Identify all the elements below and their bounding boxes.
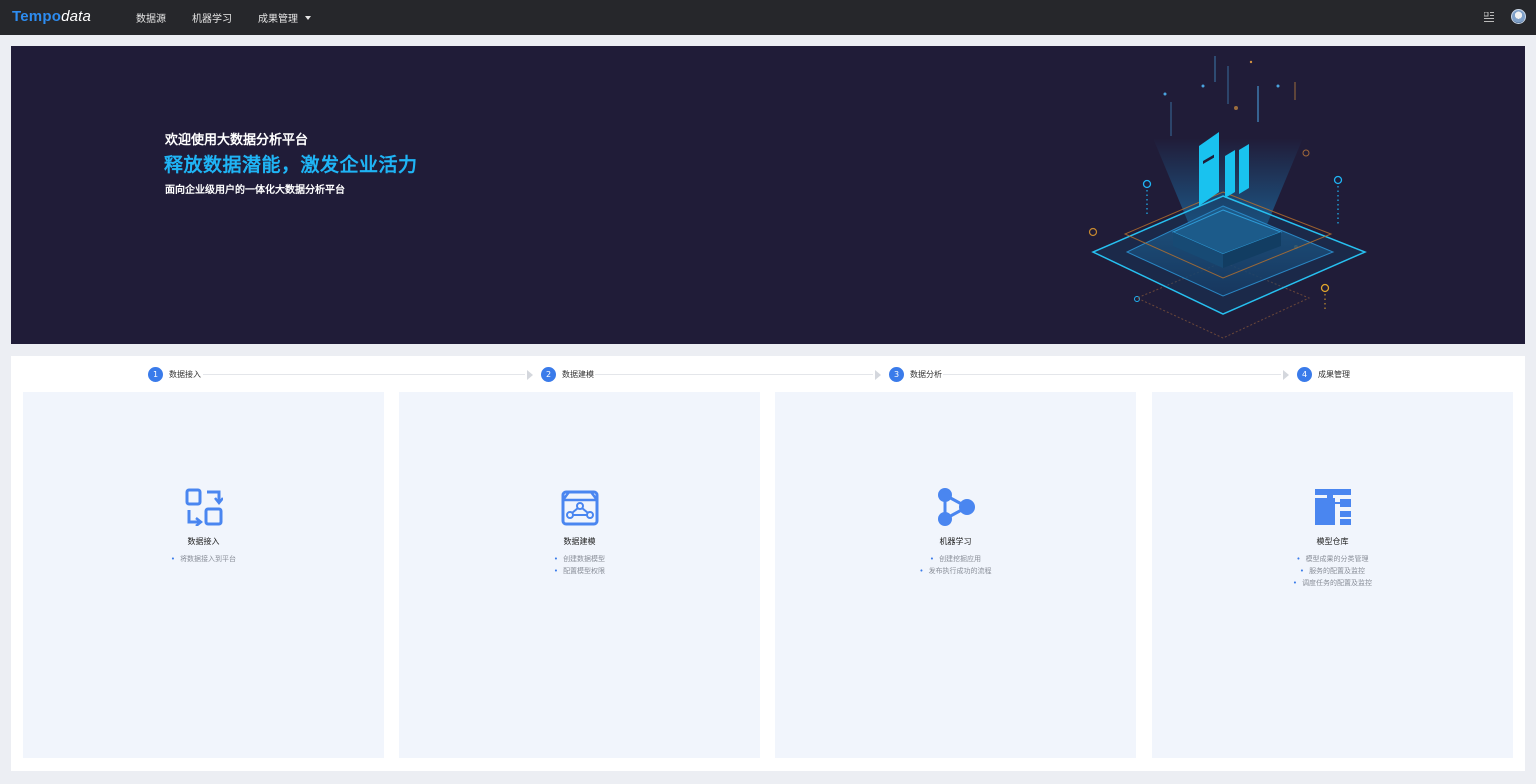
list-item: 创建挖掘应用 xyxy=(775,553,1136,565)
card-feature-list: 创建挖掘应用 发布执行成功的流程 xyxy=(775,553,1136,577)
card-title: 机器学习 xyxy=(939,537,972,546)
chevron-down-icon xyxy=(305,16,311,20)
card-title: 数据建模 xyxy=(563,537,596,546)
nav-item-label: 机器学习 xyxy=(192,14,232,25)
step-label: 数据接入 xyxy=(169,370,201,379)
nav-item-results-management[interactable]: 成果管理 xyxy=(258,10,311,25)
user-avatar[interactable] xyxy=(1511,9,1526,24)
nav-item-label: 数据源 xyxy=(136,14,166,25)
step-connector-line xyxy=(203,374,525,375)
arrow-right-icon xyxy=(875,370,881,380)
card-machine-learning[interactable]: 机器学习 创建挖掘应用 发布执行成功的流程 xyxy=(775,392,1136,758)
card-model-warehouse[interactable]: 模型仓库 模型成果的分类管理 服务的配置及监控 调度任务的配置及监控 xyxy=(1152,392,1513,758)
logo-text-part2: data xyxy=(61,8,92,25)
card-title: 模型仓库 xyxy=(1316,537,1349,546)
card-feature-list: 模型成果的分类管理 服务的配置及监控 调度任务的配置及监控 xyxy=(1152,553,1513,589)
step-number-badge: 1 xyxy=(148,367,163,382)
list-item: 服务的配置及监控 xyxy=(1152,565,1513,577)
nav-item-machine-learning[interactable]: 机器学习 xyxy=(192,10,232,25)
card-feature-list: 创建数据模型 配置模型权限 xyxy=(399,553,760,577)
card-data-access[interactable]: 数据接入 将数据接入到平台 xyxy=(23,392,384,758)
step-label: 成果管理 xyxy=(1318,370,1350,379)
step-4[interactable]: 4 成果管理 xyxy=(1297,367,1350,382)
workflow-steps-panel: 1 数据接入 2 数据建模 3 数据分析 4 成果管理 数据接入 将数据接入到平… xyxy=(11,356,1525,771)
banner-slogan: 释放数据潜能，激发企业活力 xyxy=(164,154,418,176)
arrow-right-icon xyxy=(1283,370,1289,380)
list-item: 发布执行成功的流程 xyxy=(775,565,1136,577)
arrow-right-icon xyxy=(527,370,533,380)
list-item: 调度任务的配置及监控 xyxy=(1152,577,1513,589)
step-1[interactable]: 1 数据接入 xyxy=(148,367,201,382)
main-nav: 数据源 机器学习 成果管理 xyxy=(136,0,337,35)
apps-grid-icon[interactable] xyxy=(1484,11,1494,22)
step-number-badge: 3 xyxy=(889,367,904,382)
step-2[interactable]: 2 数据建模 xyxy=(541,367,594,382)
list-item: 创建数据模型 xyxy=(399,553,760,565)
step-connector-line xyxy=(943,374,1281,375)
nav-item-datasource[interactable]: 数据源 xyxy=(136,10,166,25)
banner-welcome-text: 欢迎使用大数据分析平台 xyxy=(165,133,309,148)
logo-text-part1: Tempo xyxy=(12,8,62,25)
tempodata-logo[interactable]: Tempodata xyxy=(12,8,91,25)
data-platform-illustration xyxy=(1088,56,1367,339)
data-modeling-icon xyxy=(561,490,598,526)
list-item: 配置模型权限 xyxy=(399,565,760,577)
list-item: 将数据接入到平台 xyxy=(23,553,384,565)
banner-subtitle: 面向企业级用户的一体化大数据分析平台 xyxy=(165,185,345,196)
data-access-icon xyxy=(185,488,223,526)
model-warehouse-icon xyxy=(1314,489,1351,525)
step-connector-line xyxy=(595,374,873,375)
step-3[interactable]: 3 数据分析 xyxy=(889,367,942,382)
machine-learning-icon xyxy=(937,488,975,526)
welcome-banner: 欢迎使用大数据分析平台 释放数据潜能，激发企业活力 面向企业级用户的一体化大数据… xyxy=(11,46,1525,344)
step-label: 数据分析 xyxy=(910,370,942,379)
step-number-badge: 4 xyxy=(1297,367,1312,382)
header-actions xyxy=(1484,9,1526,24)
step-label: 数据建模 xyxy=(562,370,594,379)
nav-item-label: 成果管理 xyxy=(258,14,298,25)
card-title: 数据接入 xyxy=(187,537,220,546)
list-item: 模型成果的分类管理 xyxy=(1152,553,1513,565)
card-data-modeling[interactable]: 数据建模 创建数据模型 配置模型权限 xyxy=(399,392,760,758)
step-number-badge: 2 xyxy=(541,367,556,382)
card-feature-list: 将数据接入到平台 xyxy=(23,553,384,565)
top-nav-bar: Tempodata 数据源 机器学习 成果管理 xyxy=(0,0,1536,35)
